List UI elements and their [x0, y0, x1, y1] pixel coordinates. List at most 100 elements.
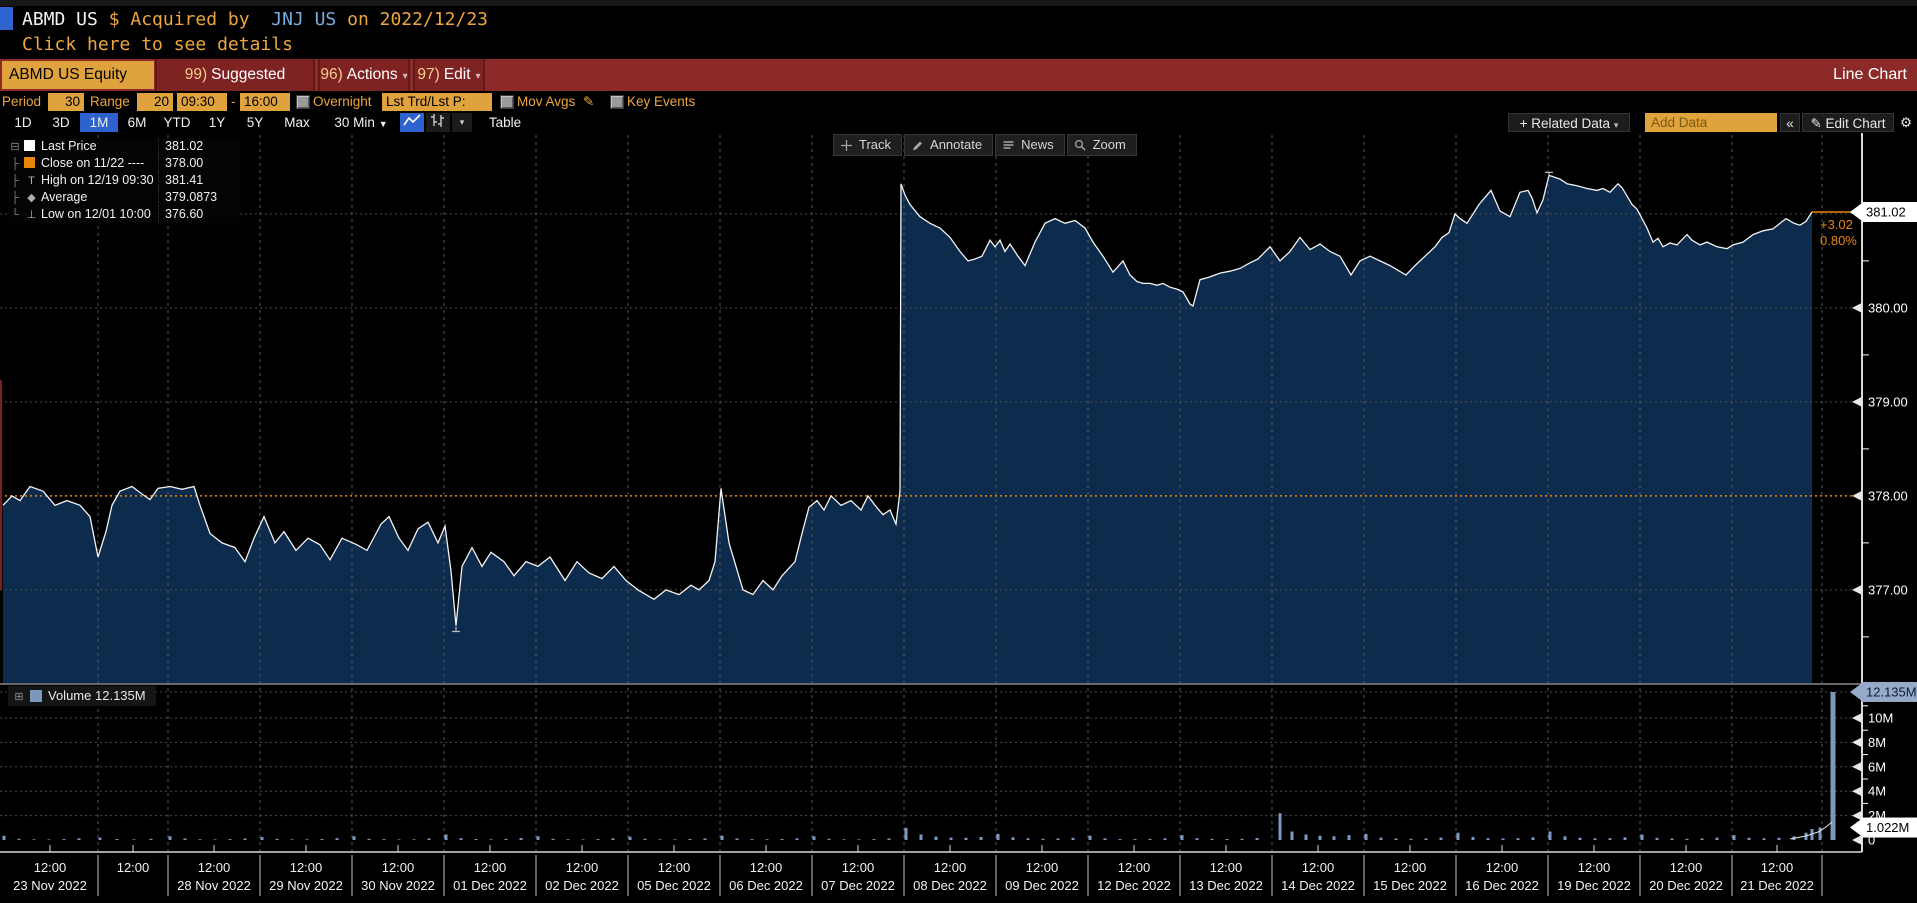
legend-row-high[interactable]: ├THigh on 12/19 09:30381.41	[8, 172, 240, 189]
date-time-label: 12:00	[34, 860, 67, 875]
tab-1m[interactable]: 1M	[80, 113, 118, 132]
volume-bar	[1656, 838, 1659, 840]
volume-bar	[843, 839, 846, 840]
table-button[interactable]: Table	[477, 113, 533, 132]
date-label: 06 Dec 2022	[729, 878, 803, 893]
overnight-checkbox[interactable]	[296, 95, 310, 109]
legend-row-average[interactable]: ├◆Average379.0873	[8, 189, 240, 206]
headline-details-link[interactable]: Click here to see details	[22, 33, 293, 57]
key-events-label: Key Events	[627, 92, 695, 112]
tab-5y[interactable]: 5Y	[236, 113, 274, 132]
axis-tick-arrow	[1852, 762, 1862, 772]
menu-edit[interactable]: 97)Edit▾	[413, 59, 485, 91]
menu-suggested-charts[interactable]: 99)Suggested Charts▾	[155, 59, 315, 91]
chart-type-label: Line Chart	[1833, 59, 1907, 91]
price-change-value: +3.02	[1820, 217, 1853, 232]
volume-bar	[261, 837, 264, 840]
track-button[interactable]: Track	[833, 134, 902, 156]
time-from-input[interactable]: 09:30	[177, 93, 227, 111]
volume-bar	[721, 836, 724, 840]
menu-actions[interactable]: 96)Actions▾	[318, 59, 410, 91]
line-chart-type-button[interactable]	[400, 113, 424, 132]
news-button[interactable]: News	[995, 134, 1065, 156]
mov-avgs-label: Mov Avgs	[517, 92, 575, 112]
tab-3d[interactable]: 3D	[42, 113, 80, 132]
tool-label: Track	[859, 135, 891, 155]
date-label: 05 Dec 2022	[637, 878, 711, 893]
volume-bar	[291, 839, 294, 840]
date-label: 21 Dec 2022	[1740, 878, 1814, 893]
tool-label: Zoom	[1093, 135, 1126, 155]
bloomberg-terminal-window: ABMD US $ Acquired by JNJ US on 2022/12/…	[0, 0, 1917, 903]
key-events-checkbox[interactable]	[610, 95, 624, 109]
chart-type-more-dropdown[interactable]: ▾	[452, 113, 472, 132]
date-label: 19 Dec 2022	[1557, 878, 1631, 893]
volume-bar	[582, 839, 585, 840]
volume-legend[interactable]: ⊞Volume 12.135M	[8, 686, 156, 706]
volume-expander-icon[interactable]: ⊞	[12, 687, 26, 707]
volume-bar	[1579, 838, 1582, 840]
tab-1d[interactable]: 1D	[4, 113, 42, 132]
axis-tick-arrow	[1852, 491, 1862, 501]
date-label: 29 Nov 2022	[269, 878, 343, 893]
tab-ytd[interactable]: YTD	[156, 113, 198, 132]
add-data-input[interactable]: Add Data	[1645, 113, 1777, 132]
price-tick-label: 377.00	[1868, 582, 1908, 597]
bar-chart-type-button[interactable]	[426, 113, 450, 132]
period-input[interactable]: 30	[48, 93, 84, 111]
legend-row-close[interactable]: ├Close on 11/22 ----378.00	[8, 155, 240, 172]
pencil-icon: ✎	[1810, 116, 1821, 131]
mov-avgs-pencil-icon[interactable]: ✎	[583, 92, 594, 112]
volume-bar	[398, 839, 401, 840]
volume-bar	[704, 839, 707, 841]
left-edge-accent	[0, 380, 2, 590]
interval-dropdown[interactable]: 30 Min ▼	[326, 113, 396, 132]
volume-bar	[567, 839, 570, 840]
volume-bar	[1291, 832, 1294, 841]
headline-date: on 2022/12/23	[336, 9, 488, 30]
date-time-label: 12:00	[290, 860, 323, 875]
price-area-fill	[3, 175, 1812, 683]
tab-max[interactable]: Max	[274, 113, 320, 132]
date-label: 14 Dec 2022	[1281, 878, 1355, 893]
volume-bar	[276, 839, 279, 840]
volume-bar	[935, 837, 938, 840]
edit-chart-button[interactable]: ✎ Edit Chart	[1802, 113, 1894, 132]
volume-bar	[1609, 838, 1612, 840]
collapse-panel-button[interactable]: «	[1780, 113, 1800, 132]
tab-6m[interactable]: 6M	[118, 113, 156, 132]
legend-value: 381.41	[158, 172, 203, 189]
tab-1y[interactable]: 1Y	[198, 113, 236, 132]
volume-bar	[1641, 835, 1644, 841]
range-input[interactable]: 20	[137, 93, 173, 111]
mov-avgs-checkbox[interactable]	[500, 95, 514, 109]
last-price-badge: 381.02	[1866, 205, 1906, 220]
last-trade-dropdown[interactable]: Lst Trd/Lst P:	[382, 93, 492, 111]
volume-bar	[321, 839, 324, 840]
headline-acquirer[interactable]: JNJ US	[271, 9, 336, 30]
volume-bar	[1671, 839, 1674, 841]
volume-bar	[781, 839, 784, 840]
security-field[interactable]: ABMD US Equity	[2, 61, 154, 89]
zoom-button[interactable]: Zoom	[1067, 134, 1137, 156]
volume-bar	[1532, 837, 1535, 840]
legend-row-last[interactable]: ⊟Last Price381.02	[8, 138, 240, 155]
chart-canvas[interactable]: 380.00379.00378.00377.0010M8M6M4M2M0381.…	[0, 133, 1917, 903]
axis-tick-arrow	[1852, 835, 1862, 845]
volume-bar	[965, 838, 968, 840]
tool-label: Annotate	[930, 135, 982, 155]
volume-tick-label: 10M	[1868, 711, 1893, 726]
legend-row-low[interactable]: └⊥Low on 12/01 10:00376.60	[8, 206, 240, 223]
volume-series-swatch	[30, 690, 42, 702]
chart-settings-row: Period 30 Range 20 09:30 - 16:00 Overnig…	[0, 92, 1917, 112]
volume-bar	[1164, 838, 1167, 840]
annotate-button[interactable]: Annotate	[904, 134, 993, 156]
time-to-input[interactable]: 16:00	[240, 93, 290, 111]
volume-bar	[428, 839, 431, 841]
volume-bar	[1778, 838, 1781, 840]
chart-settings-gear-button[interactable]: ⚙	[1896, 113, 1916, 132]
related-data-button[interactable]: + Related Data ▾	[1508, 113, 1630, 132]
volume-bar	[1487, 838, 1490, 840]
date-label: 13 Dec 2022	[1189, 878, 1263, 893]
news-icon	[1002, 139, 1015, 152]
